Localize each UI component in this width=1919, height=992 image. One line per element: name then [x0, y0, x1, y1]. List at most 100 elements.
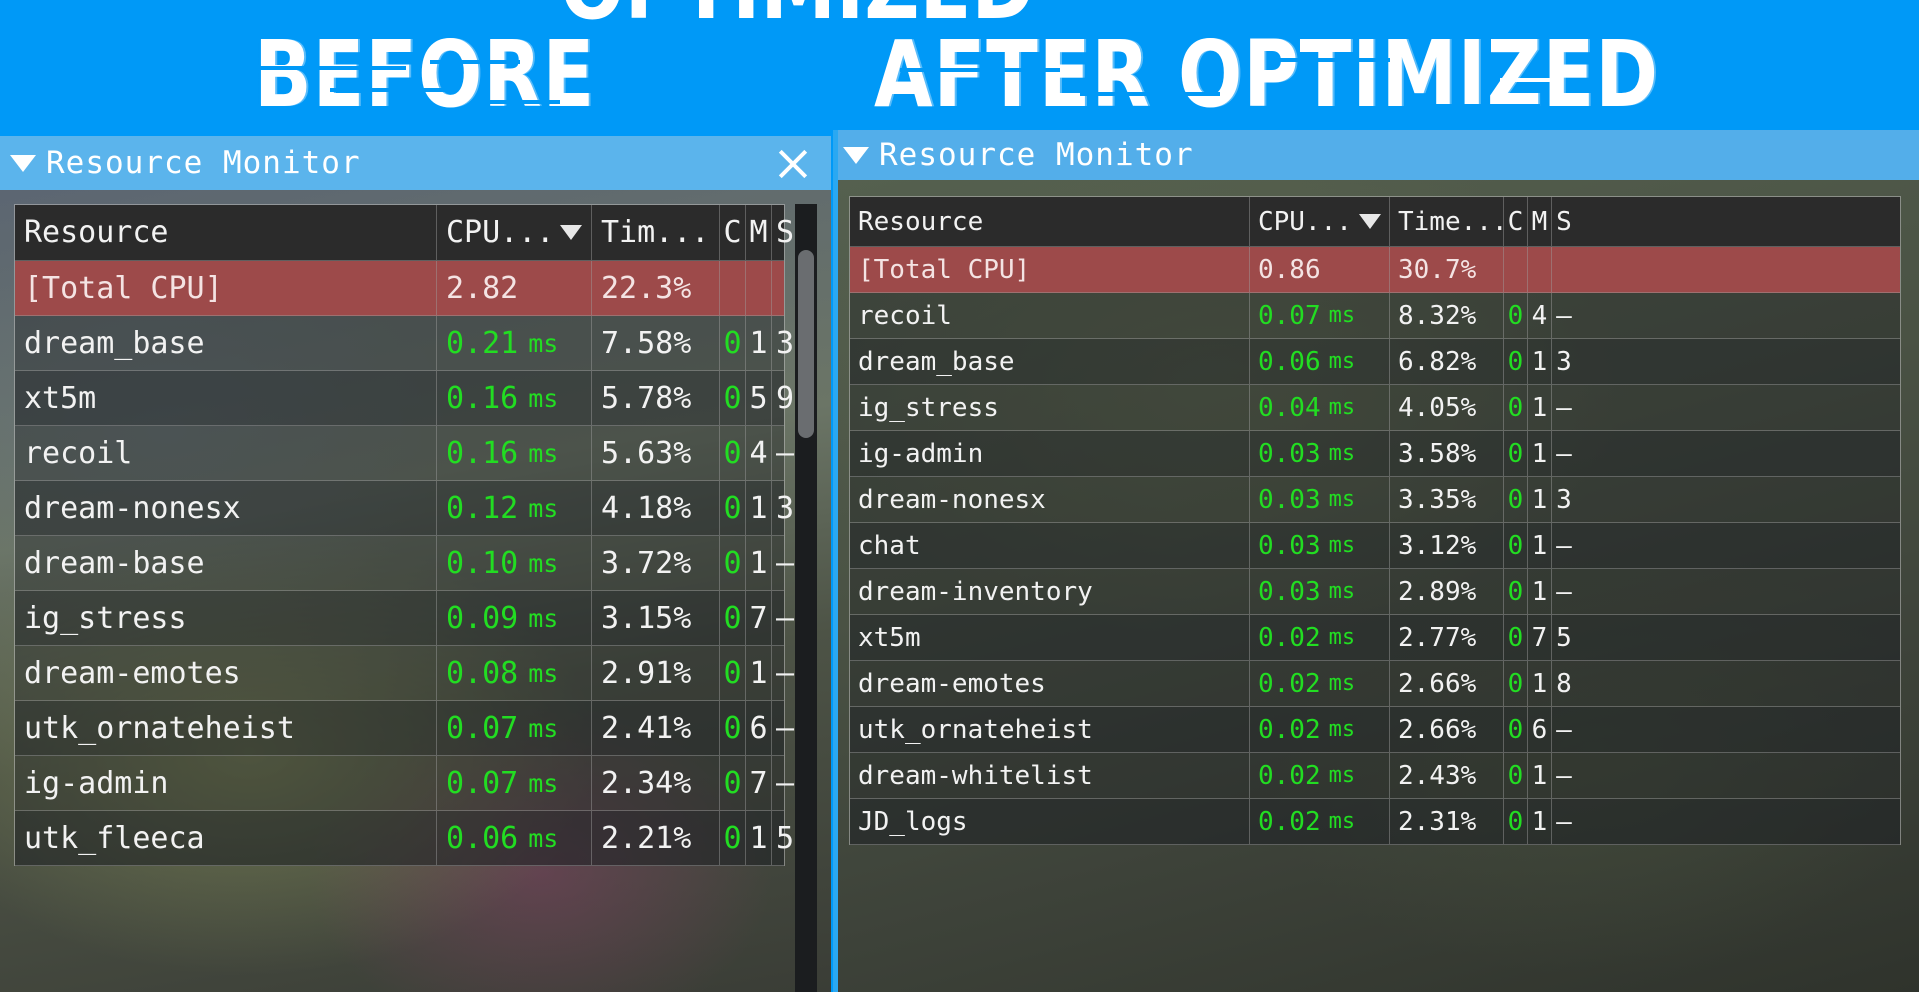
cell-s-value-text: –	[1556, 714, 1572, 745]
resource-monitor-window-after[interactable]: Resource Monitor Resource CPU... Time...…	[833, 130, 1919, 992]
table-row[interactable]: dream-whitelist 0.02 ms 2.43% 0 1–	[850, 753, 1900, 799]
column-header-m[interactable]: M	[746, 205, 772, 260]
table-row-total[interactable]: [Total CPU] 0.86 30.7%	[850, 247, 1900, 293]
cell-s-value-text: –	[775, 655, 795, 691]
cell-m-value: 1	[1528, 477, 1552, 522]
cell-c-value: 0	[1504, 477, 1528, 522]
table-row[interactable]: recoil 0.16 ms 5.63% 0 4–	[15, 426, 794, 481]
cell-time-percent: 2.31%	[1390, 799, 1504, 844]
table-row[interactable]: JD_logs 0.02 ms 2.31% 0 1–	[850, 799, 1900, 845]
cell-m-value-text: 6	[1531, 714, 1548, 745]
glitch-slice	[256, 66, 406, 70]
cell-m-value-text: 1	[749, 655, 768, 691]
table-row[interactable]: dream-inventory 0.03 ms 2.89% 0 1–	[850, 569, 1900, 615]
cell-resource-name: xt5m	[15, 371, 437, 425]
column-header-time[interactable]: Time...	[1390, 197, 1504, 246]
column-header-c[interactable]: C	[720, 205, 746, 260]
table-row[interactable]: dream-nonesx 0.12 ms 4.18% 0 1 3	[15, 481, 794, 536]
cell-c-value: 0	[720, 426, 746, 480]
cell-c-value-text: 0	[723, 820, 742, 856]
triangle-down-icon[interactable]	[10, 154, 36, 172]
cell-s-value: 3	[1552, 339, 1576, 384]
table-row-total[interactable]: [Total CPU] 2.82 22.3%	[15, 261, 784, 316]
cpu-unit-label: ms	[528, 603, 559, 633]
cell-cpu-value: 0.86	[1250, 247, 1390, 292]
cell-time-percent: 3.72%	[592, 536, 720, 590]
cpu-unit-label: ms	[528, 438, 559, 468]
table-row[interactable]: ig_stress 0.09 ms 3.15% 0 7–	[15, 591, 794, 646]
cpu-unit-label: ms	[1328, 671, 1356, 696]
table-row[interactable]: dream-base 0.10 ms 3.72% 0 1–	[15, 536, 794, 591]
cell-c-value-text: 0	[1507, 346, 1524, 377]
cpu-number: 0.03	[1258, 576, 1321, 607]
cell-m-value-text: 1	[749, 490, 768, 526]
table-row[interactable]: dream_base 0.06 ms 6.82% 0 1 3	[850, 339, 1900, 385]
cell-s-value-text: –	[1556, 806, 1572, 837]
table-body-after: [Total CPU] 0.86 30.7% recoil 0.07 ms 8.32% 0 4–…	[850, 247, 1900, 845]
column-header-cpu[interactable]: CPU...	[1250, 197, 1390, 246]
glitch-slice	[1500, 78, 1560, 82]
table-header-row: Resource CPU... Tim... C M S	[15, 205, 794, 261]
sort-descending-caret-icon[interactable]	[560, 225, 582, 240]
cpu-number: 0.08	[446, 655, 519, 691]
table-row[interactable]: ig_stress 0.04 ms 4.05% 0 1–	[850, 385, 1900, 431]
cell-m-value-text: 4	[1531, 300, 1548, 331]
vertical-scrollbar[interactable]	[795, 204, 817, 992]
cpu-unit-label: ms	[1328, 487, 1356, 512]
cell-m-value-text: 5	[749, 380, 768, 416]
cpu-number: 0.02	[1258, 622, 1321, 653]
column-header-cpu[interactable]: CPU...	[437, 205, 592, 260]
cell-s-value-text: –	[775, 710, 795, 746]
cell-c-value-text: 0	[723, 710, 742, 746]
column-header-c[interactable]: C	[1504, 197, 1528, 246]
table-row[interactable]: utk_ornateheist 0.02 ms 2.66% 0 6–	[850, 707, 1900, 753]
cell-cpu-value: 0.02 ms	[1250, 615, 1390, 660]
table-row[interactable]: recoil 0.07 ms 8.32% 0 4–	[850, 293, 1900, 339]
close-icon[interactable]	[773, 143, 813, 183]
column-header-m[interactable]: M	[1528, 197, 1552, 246]
cell-time-percent: 2.34%	[592, 756, 720, 810]
titlebar-before[interactable]: Resource Monitor	[0, 136, 831, 190]
glitch-slice	[490, 100, 560, 104]
table-row[interactable]: dream-emotes 0.02 ms 2.66% 0 1 8	[850, 661, 1900, 707]
cell-s-value: –	[1552, 431, 1576, 476]
cell-m-value: 7	[1528, 615, 1552, 660]
titlebar-after[interactable]: Resource Monitor	[833, 130, 1919, 180]
cell-c-value: 0	[720, 591, 746, 645]
cell-m-value-text: 1	[1531, 484, 1548, 515]
cell-m-value-text: 1	[1531, 392, 1548, 423]
cell-m-value-text: 1	[1531, 438, 1548, 469]
cell-cpu-value: 0.21 ms	[437, 316, 592, 370]
cpu-unit-label: ms	[1328, 441, 1356, 466]
column-header-s[interactable]: S	[1552, 197, 1576, 246]
cell-m-value: 4	[1528, 293, 1552, 338]
resource-table-before: Resource CPU... Tim... C M S [Total CPU]…	[14, 204, 794, 866]
column-header-resource[interactable]: Resource	[850, 197, 1250, 246]
cell-c-value: 0	[720, 481, 746, 535]
cell-c-value-text: 0	[1507, 668, 1524, 699]
window-title: Resource Monitor	[879, 137, 1194, 173]
cell-s-value-text: 5	[775, 820, 795, 856]
resource-monitor-window-before[interactable]: Resource Monitor Resource CPU... Tim... …	[0, 136, 831, 992]
sort-descending-caret-icon[interactable]	[1359, 214, 1381, 229]
table-row[interactable]: xt5m 0.02 ms 2.77% 0 7 5	[850, 615, 1900, 661]
table-row[interactable]: dream-emotes 0.08 ms 2.91% 0 1–	[15, 646, 794, 701]
table-row[interactable]: dream_base 0.21 ms 7.58% 0 1 3	[15, 316, 794, 371]
triangle-down-icon[interactable]	[843, 146, 869, 164]
scrollbar-thumb[interactable]	[798, 250, 814, 438]
column-header-time[interactable]: Tim...	[592, 205, 720, 260]
column-header-resource[interactable]: Resource	[15, 205, 437, 260]
table-row[interactable]: ig-admin 0.07 ms 2.34% 0 7–	[15, 756, 794, 811]
cell-c-value: 0	[720, 536, 746, 590]
table-row[interactable]: dream-nonesx 0.03 ms 3.35% 0 1 3	[850, 477, 1900, 523]
cpu-number: 0.16	[446, 435, 519, 471]
glitch-slice	[1420, 104, 1540, 108]
table-row[interactable]: utk_fleeca 0.06 ms 2.21% 0 1 5	[15, 811, 794, 866]
cell-time-percent: 2.21%	[592, 811, 720, 865]
cell-time-percent: 3.58%	[1390, 431, 1504, 476]
table-row[interactable]: chat 0.03 ms 3.12% 0 1–	[850, 523, 1900, 569]
table-row[interactable]: xt5m 0.16 ms 5.78% 0 5 9	[15, 371, 794, 426]
cell-resource-name: dream-base	[15, 536, 437, 590]
table-row[interactable]: utk_ornateheist 0.07 ms 2.41% 0 6–	[15, 701, 794, 756]
table-row[interactable]: ig-admin 0.03 ms 3.58% 0 1–	[850, 431, 1900, 477]
